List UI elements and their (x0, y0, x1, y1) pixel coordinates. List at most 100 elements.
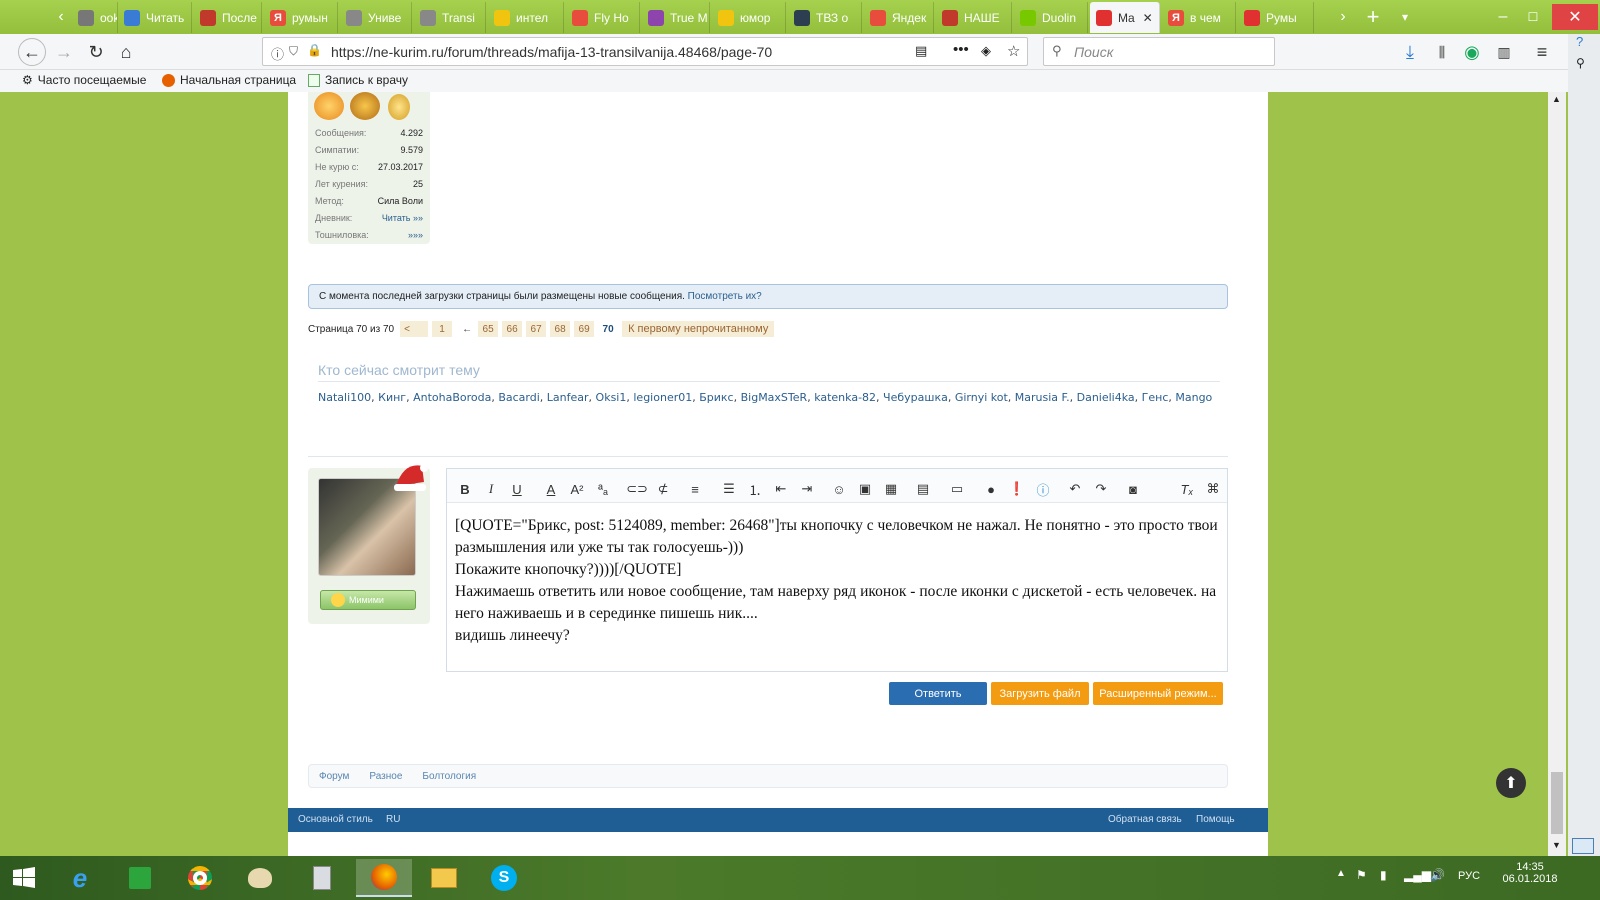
page-link[interactable]: 69 (574, 321, 595, 337)
page-link[interactable]: 68 (550, 321, 571, 337)
tab-scroll-left-icon[interactable]: ‹ (48, 4, 74, 30)
viewer-link[interactable]: Oksi1 (596, 391, 627, 404)
reader-view-icon[interactable]: ▤ (915, 43, 927, 59)
tray-expand-icon[interactable]: ▲ (1336, 868, 1346, 879)
viewer-link[interactable]: legioner01 (633, 391, 692, 404)
bold-icon[interactable]: B (455, 479, 475, 499)
clock[interactable]: 14:35 06.01.2018 (1500, 861, 1560, 885)
style-chooser-link[interactable]: Основной стиль (298, 814, 373, 825)
remove-format-icon[interactable]: Tₓ (1177, 479, 1197, 499)
page-link[interactable]: 67 (526, 321, 547, 337)
stat-value[interactable]: »»» (374, 226, 423, 243)
upload-file-button[interactable]: Загрузить файл (991, 682, 1089, 705)
tab-8[interactable]: True M (642, 2, 710, 33)
help-link[interactable]: Помощь (1196, 814, 1235, 825)
close-window-button[interactable]: ✕ (1552, 4, 1598, 30)
maximize-button[interactable]: ☐ (1520, 4, 1546, 30)
tab-3[interactable]: Ярумын (264, 2, 338, 33)
tab-0[interactable]: ooks (72, 2, 118, 33)
viewer-link[interactable]: BigMaxSTeR (741, 391, 808, 404)
new-tab-button[interactable]: + (1360, 4, 1386, 30)
unlink-icon[interactable]: ⊄ (653, 479, 673, 499)
viewer-link[interactable]: Брикс (699, 391, 733, 404)
breadcrumb-item[interactable]: Разное (369, 771, 402, 782)
flag-icon[interactable]: ⚑ (1356, 868, 1367, 882)
notice-link[interactable]: Посмотреть их? (688, 291, 762, 302)
forward-button[interactable]: → (50, 38, 78, 66)
keyboard-language[interactable]: РУС (1458, 870, 1480, 882)
underline-icon[interactable]: U (507, 479, 527, 499)
tab-12[interactable]: НАШЕ (936, 2, 1012, 33)
tab-15[interactable]: Яв чем (1162, 2, 1236, 33)
breadcrumb-item[interactable]: Форум (319, 771, 349, 782)
pocket-icon[interactable]: ◈ (981, 43, 991, 59)
tab-13[interactable]: Duolin (1014, 2, 1088, 33)
link-icon[interactable]: ⊂⊃ (626, 479, 648, 499)
tab-scroll-right-icon[interactable]: › (1330, 4, 1356, 30)
tab-10[interactable]: ТВЗ о (788, 2, 862, 33)
info-icon[interactable]: ⓘ (1033, 479, 1053, 499)
tab-14[interactable]: Ma ✕ (1090, 2, 1160, 33)
font-family-icon[interactable]: ªₐ (593, 479, 613, 499)
prev-page-button[interactable]: < (400, 321, 429, 337)
start-windows-icon[interactable] (0, 859, 48, 897)
sidebar-icon[interactable]: ▥ (1490, 38, 1518, 66)
scroll-up-arrow-icon[interactable]: ▲ (1552, 94, 1561, 104)
firefox-taskbar-icon[interactable] (356, 859, 412, 897)
toggle-bbcode-icon[interactable]: ⌘ (1203, 479, 1223, 499)
numbered-list-icon[interactable]: ⒈ (745, 479, 765, 499)
reply-button[interactable]: Ответить (889, 682, 987, 705)
network-icon[interactable]: ▂▄▆ (1404, 868, 1431, 882)
viewer-link[interactable]: AntohaBoroda (413, 391, 491, 404)
tab-2[interactable]: После (194, 2, 262, 33)
back-button[interactable]: ← (18, 38, 46, 66)
search-input[interactable]: Поиск (1074, 44, 1113, 60)
bookmark-frequent[interactable]: ⚙ Часто посещаемые (22, 73, 146, 87)
tracking-shield-icon[interactable]: ⛉ (289, 44, 298, 59)
viewer-link[interactable]: Girnyi kot (955, 391, 1008, 404)
camera-icon[interactable]: ◙ (1123, 479, 1143, 499)
page-actions-icon[interactable]: ••• (953, 41, 969, 58)
viewer-link[interactable]: Кинг (378, 391, 406, 404)
file-explorer-icon[interactable] (416, 859, 472, 897)
tab-list-chevron-down-icon[interactable]: ▾ (1392, 4, 1418, 30)
minimize-button[interactable]: – (1490, 4, 1516, 30)
viewer-link[interactable]: katenka-82 (814, 391, 876, 404)
volume-icon[interactable]: 🔊 (1430, 868, 1445, 882)
tab-9[interactable]: юмор (712, 2, 786, 33)
menu-icon[interactable]: ≡ (1528, 38, 1556, 66)
url-text[interactable]: https://ne-kurim.ru/forum/threads/mafija… (331, 44, 772, 60)
tab-1[interactable]: Читать (118, 2, 192, 33)
battery-icon[interactable]: ▮ (1380, 868, 1387, 882)
media-icon[interactable]: ▦ (881, 479, 901, 499)
first-unread-button[interactable]: К первому непрочитанному (622, 321, 775, 337)
text-color-icon[interactable]: A (541, 479, 561, 499)
bookmark-star-icon[interactable]: ☆ (1007, 42, 1020, 60)
internet-explorer-icon[interactable]: e (52, 859, 108, 897)
undo-icon[interactable]: ↶ (1065, 479, 1085, 499)
viewer-link[interactable]: Bacardi (498, 391, 539, 404)
first-page-button[interactable]: 1 (432, 321, 453, 337)
advanced-mode-button[interactable]: Расширенный режим... (1093, 682, 1223, 705)
alert-icon[interactable]: ❗ (1007, 479, 1027, 499)
redo-icon[interactable]: ↷ (1091, 479, 1111, 499)
tab-11[interactable]: Яндек (864, 2, 934, 33)
skype-icon[interactable]: S (476, 859, 532, 897)
font-size-icon[interactable]: A² (567, 479, 587, 499)
stat-value[interactable]: Читать »» (374, 209, 423, 226)
zoom-search-icon[interactable]: ⚲ (1576, 56, 1585, 70)
scroll-down-arrow-icon[interactable]: ▼ (1552, 840, 1561, 850)
chrome-icon[interactable] (172, 859, 228, 897)
reload-button[interactable]: ↻ (82, 38, 110, 66)
page-link[interactable]: 65 (478, 321, 499, 337)
paint-icon[interactable] (232, 859, 288, 897)
smilies-icon[interactable]: ☺ (829, 479, 849, 499)
close-tab-icon[interactable]: ✕ (1143, 11, 1153, 25)
viewer-link[interactable]: Natali100 (318, 391, 371, 404)
outdent-icon[interactable]: ⇤ (771, 479, 791, 499)
page-scrollbar[interactable]: ▲ ▼ (1548, 92, 1566, 856)
viewer-link[interactable]: Lanfear (547, 391, 589, 404)
user-mention-icon[interactable]: ● (981, 479, 1001, 499)
store-icon[interactable] (112, 859, 168, 897)
calculator-icon[interactable] (294, 859, 350, 897)
